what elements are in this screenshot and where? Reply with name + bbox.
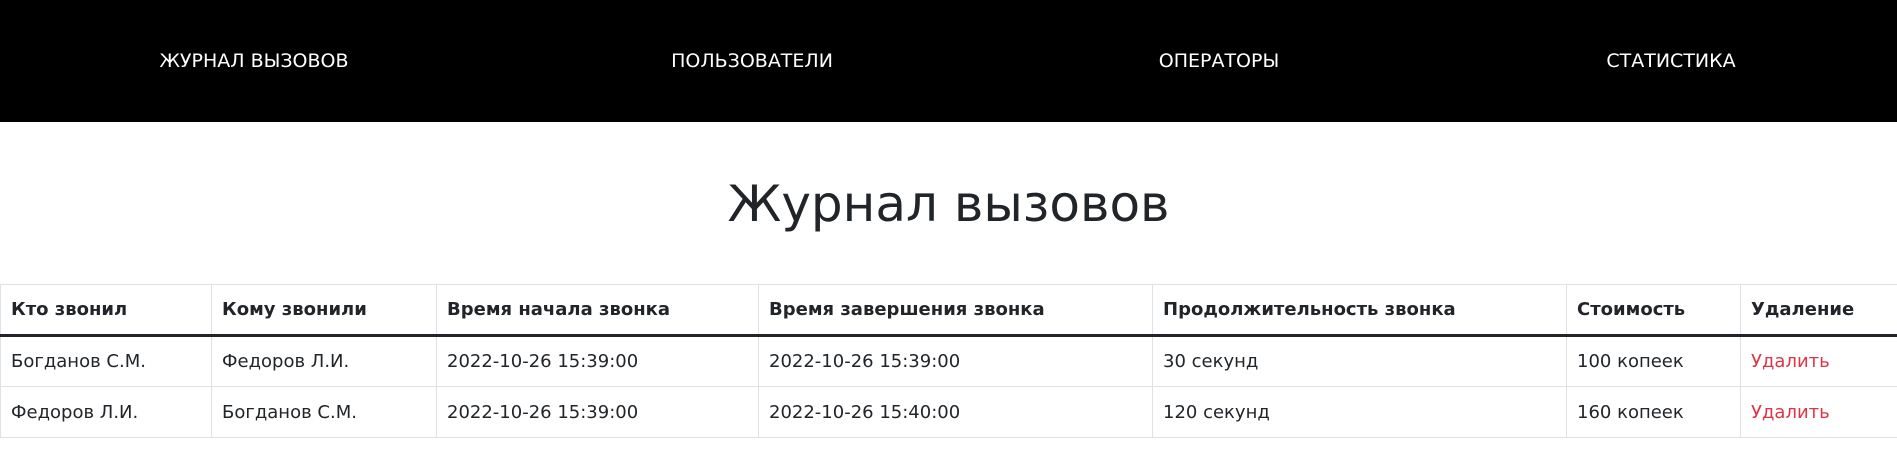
column-header-callee: Кому звонили [211, 284, 437, 337]
nav-link-call-log[interactable]: ЖУРНАЛ ВЫЗОВОВ [159, 0, 348, 122]
nav-link-statistics[interactable]: СТАТИСТИКА [1606, 0, 1735, 122]
cell-cost: 160 копеек [1566, 386, 1741, 438]
table-header-row: Кто звонил Кому звонили Время начала зво… [0, 284, 1897, 337]
table-row: Федоров Л.И. Богданов С.М. 2022-10-26 15… [0, 386, 1897, 438]
table-row: Богданов С.М. Федоров Л.И. 2022-10-26 15… [0, 335, 1897, 387]
top-navigation: ЖУРНАЛ ВЫЗОВОВ ПОЛЬЗОВАТЕЛИ ОПЕРАТОРЫ СТ… [0, 0, 1897, 122]
cell-callee: Федоров Л.И. [211, 335, 437, 387]
nav-link-users[interactable]: ПОЛЬЗОВАТЕЛИ [671, 0, 833, 122]
cell-delete: Удалить [1740, 386, 1897, 438]
cell-delete: Удалить [1740, 335, 1897, 387]
cell-caller: Богданов С.М. [0, 335, 212, 387]
cell-caller: Федоров Л.И. [0, 386, 212, 438]
column-header-duration: Продолжительность звонка [1152, 284, 1567, 337]
cell-cost: 100 копеек [1566, 335, 1741, 387]
table-header: Кто звонил Кому звонили Время начала зво… [0, 284, 1897, 337]
page-title: Журнал вызовов [727, 175, 1170, 233]
cell-start-time: 2022-10-26 15:39:00 [436, 335, 759, 387]
column-header-delete: Удаление [1740, 284, 1897, 337]
column-header-caller: Кто звонил [0, 284, 212, 337]
table-body: Богданов С.М. Федоров Л.И. 2022-10-26 15… [0, 335, 1897, 438]
nav-link-operators[interactable]: ОПЕРАТОРЫ [1159, 0, 1280, 122]
cell-duration: 120 секунд [1152, 386, 1567, 438]
cell-duration: 30 секунд [1152, 335, 1567, 387]
column-header-end-time: Время завершения звонка [758, 284, 1153, 337]
delete-link[interactable]: Удалить [1751, 351, 1830, 372]
delete-link[interactable]: Удалить [1751, 402, 1830, 423]
cell-start-time: 2022-10-26 15:39:00 [436, 386, 759, 438]
cell-end-time: 2022-10-26 15:39:00 [758, 335, 1153, 387]
cell-callee: Богданов С.М. [211, 386, 437, 438]
column-header-start-time: Время начала звонка [436, 284, 759, 337]
cell-end-time: 2022-10-26 15:40:00 [758, 386, 1153, 438]
column-header-cost: Стоимость [1566, 284, 1741, 337]
call-log-table: Кто звонил Кому звонили Время начала зво… [0, 284, 1897, 438]
